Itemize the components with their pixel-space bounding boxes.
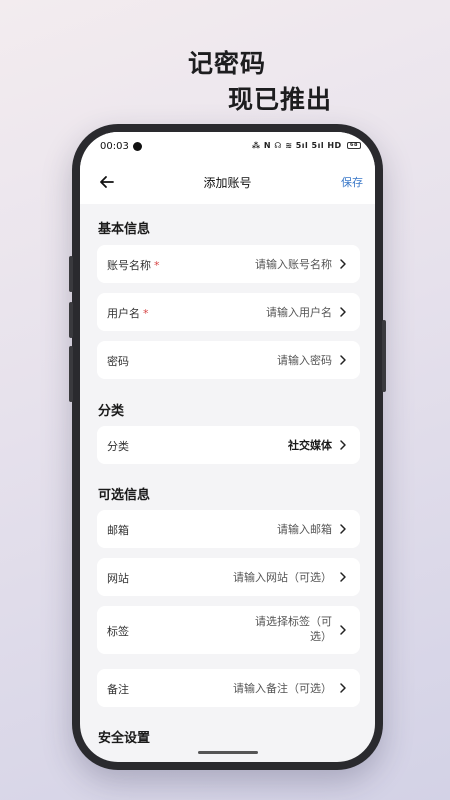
page-title: 添加账号 — [203, 176, 252, 190]
home-indicator[interactable] — [198, 751, 258, 754]
status-icons: ⁂ N ☊ ≋ 5ıl 5ıl HD 68 — [252, 141, 361, 150]
account-name-placeholder: 请输入账号名称 — [255, 258, 332, 271]
username-field[interactable]: 用户名 * 请输入用户名 — [97, 293, 360, 331]
signal-wifi-icons: ⁂ N ☊ ≋ 5ıl 5ıl HD — [251, 141, 342, 150]
required-mark: * — [143, 307, 149, 320]
section-title-optional: 可选信息 — [98, 488, 151, 503]
username-label: 用户名 — [107, 307, 140, 320]
notes-field[interactable]: 备注 请输入备注（可选） — [97, 669, 360, 707]
status-time: 00:03 — [100, 141, 129, 152]
website-field[interactable]: 网站 请输入网站（可选） — [97, 558, 360, 596]
username-placeholder: 请输入用户名 — [266, 306, 332, 319]
phone-side-button — [69, 346, 73, 402]
chevron-right-icon — [340, 259, 346, 269]
promo-subheadline: 现已推出 — [228, 85, 333, 114]
notes-placeholder: 请输入备注（可选） — [233, 682, 332, 695]
email-placeholder: 请输入邮箱 — [277, 523, 332, 536]
account-name-field[interactable]: 账号名称 * 请输入账号名称 — [97, 245, 360, 283]
password-field[interactable]: 密码 请输入密码 — [97, 341, 360, 379]
section-title-basic: 基本信息 — [98, 222, 151, 237]
section-title-category: 分类 — [98, 404, 125, 419]
phone-side-button — [69, 256, 73, 292]
chevron-right-icon — [340, 307, 346, 317]
battery-icon: 68 — [347, 142, 361, 149]
chevron-right-icon — [340, 440, 346, 450]
phone-screen: 00:03 ⁂ N ☊ ≋ 5ıl 5ıl HD 68 添加账号 保存 基本信息… — [80, 132, 375, 762]
phone-side-button — [69, 302, 73, 338]
front-camera — [133, 142, 142, 151]
chevron-right-icon — [340, 683, 346, 693]
tags-placeholder: 请选择标签（可选） — [255, 615, 332, 643]
website-placeholder: 请输入网站（可选） — [233, 571, 332, 584]
category-value: 社交媒体 — [288, 439, 332, 452]
nav-bar: 添加账号 保存 — [80, 160, 375, 204]
chevron-right-icon — [340, 355, 346, 365]
promo-headline: 记密码 — [188, 49, 267, 78]
website-label: 网站 — [107, 572, 129, 585]
save-button[interactable]: 保存 — [341, 174, 363, 190]
phone-frame: 00:03 ⁂ N ☊ ≋ 5ıl 5ıl HD 68 添加账号 保存 基本信息… — [69, 124, 386, 770]
field-label: 用户名 * — [107, 305, 149, 321]
chevron-right-icon — [340, 572, 346, 582]
category-label: 分类 — [107, 440, 129, 453]
required-mark: * — [154, 259, 160, 272]
password-label: 密码 — [107, 355, 129, 368]
status-bar: 00:03 ⁂ N ☊ ≋ 5ıl 5ıl HD 68 — [80, 132, 375, 160]
chevron-right-icon — [340, 625, 346, 635]
notes-label: 备注 — [107, 683, 129, 696]
account-name-label: 账号名称 — [107, 259, 151, 272]
category-field[interactable]: 分类 社交媒体 — [97, 426, 360, 464]
email-label: 邮箱 — [107, 524, 129, 537]
tags-label: 标签 — [107, 625, 129, 638]
chevron-right-icon — [340, 524, 346, 534]
phone-power-button — [382, 320, 386, 392]
tags-field[interactable]: 标签 请选择标签（可选） — [97, 606, 360, 654]
email-field[interactable]: 邮箱 请输入邮箱 — [97, 510, 360, 548]
section-title-security: 安全设置 — [98, 731, 151, 746]
field-label: 账号名称 * — [107, 257, 160, 273]
password-placeholder: 请输入密码 — [277, 354, 332, 367]
